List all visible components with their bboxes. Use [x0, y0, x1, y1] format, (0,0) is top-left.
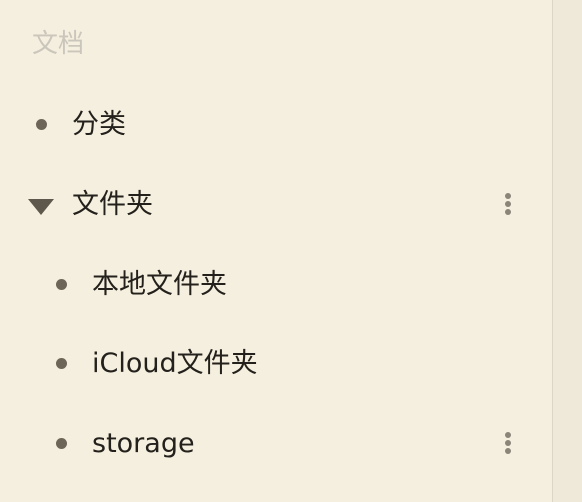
- sidebar-item-category[interactable]: 分类: [0, 105, 552, 145]
- sidebar: 文档 分类 文件夹 本地文件夹 iCloud文件夹 storage: [0, 0, 552, 502]
- more-vertical-icon[interactable]: [498, 191, 518, 219]
- sidebar-item-storage[interactable]: storage: [0, 424, 552, 464]
- triangle-down-icon[interactable]: [28, 199, 54, 215]
- more-vertical-icon[interactable]: [498, 430, 518, 458]
- bullet-dot-icon: [56, 279, 67, 290]
- sidebar-item-label: iCloud文件夹: [92, 348, 258, 379]
- sidebar-item-label: storage: [92, 428, 195, 459]
- sidebar-item-label: 分类: [72, 109, 126, 140]
- section-title: 文档: [32, 29, 85, 59]
- bullet-dot-icon: [56, 358, 67, 369]
- sidebar-item-folders[interactable]: 文件夹: [0, 185, 552, 225]
- sidebar-item-icloud-folder[interactable]: iCloud文件夹: [0, 344, 552, 384]
- sidebar-item-label: 本地文件夹: [92, 269, 227, 300]
- content-pane: [553, 0, 582, 502]
- bullet-dot-icon: [36, 119, 47, 130]
- sidebar-item-local-folder[interactable]: 本地文件夹: [0, 265, 552, 305]
- bullet-dot-icon: [56, 438, 67, 449]
- sidebar-item-label: 文件夹: [72, 189, 153, 220]
